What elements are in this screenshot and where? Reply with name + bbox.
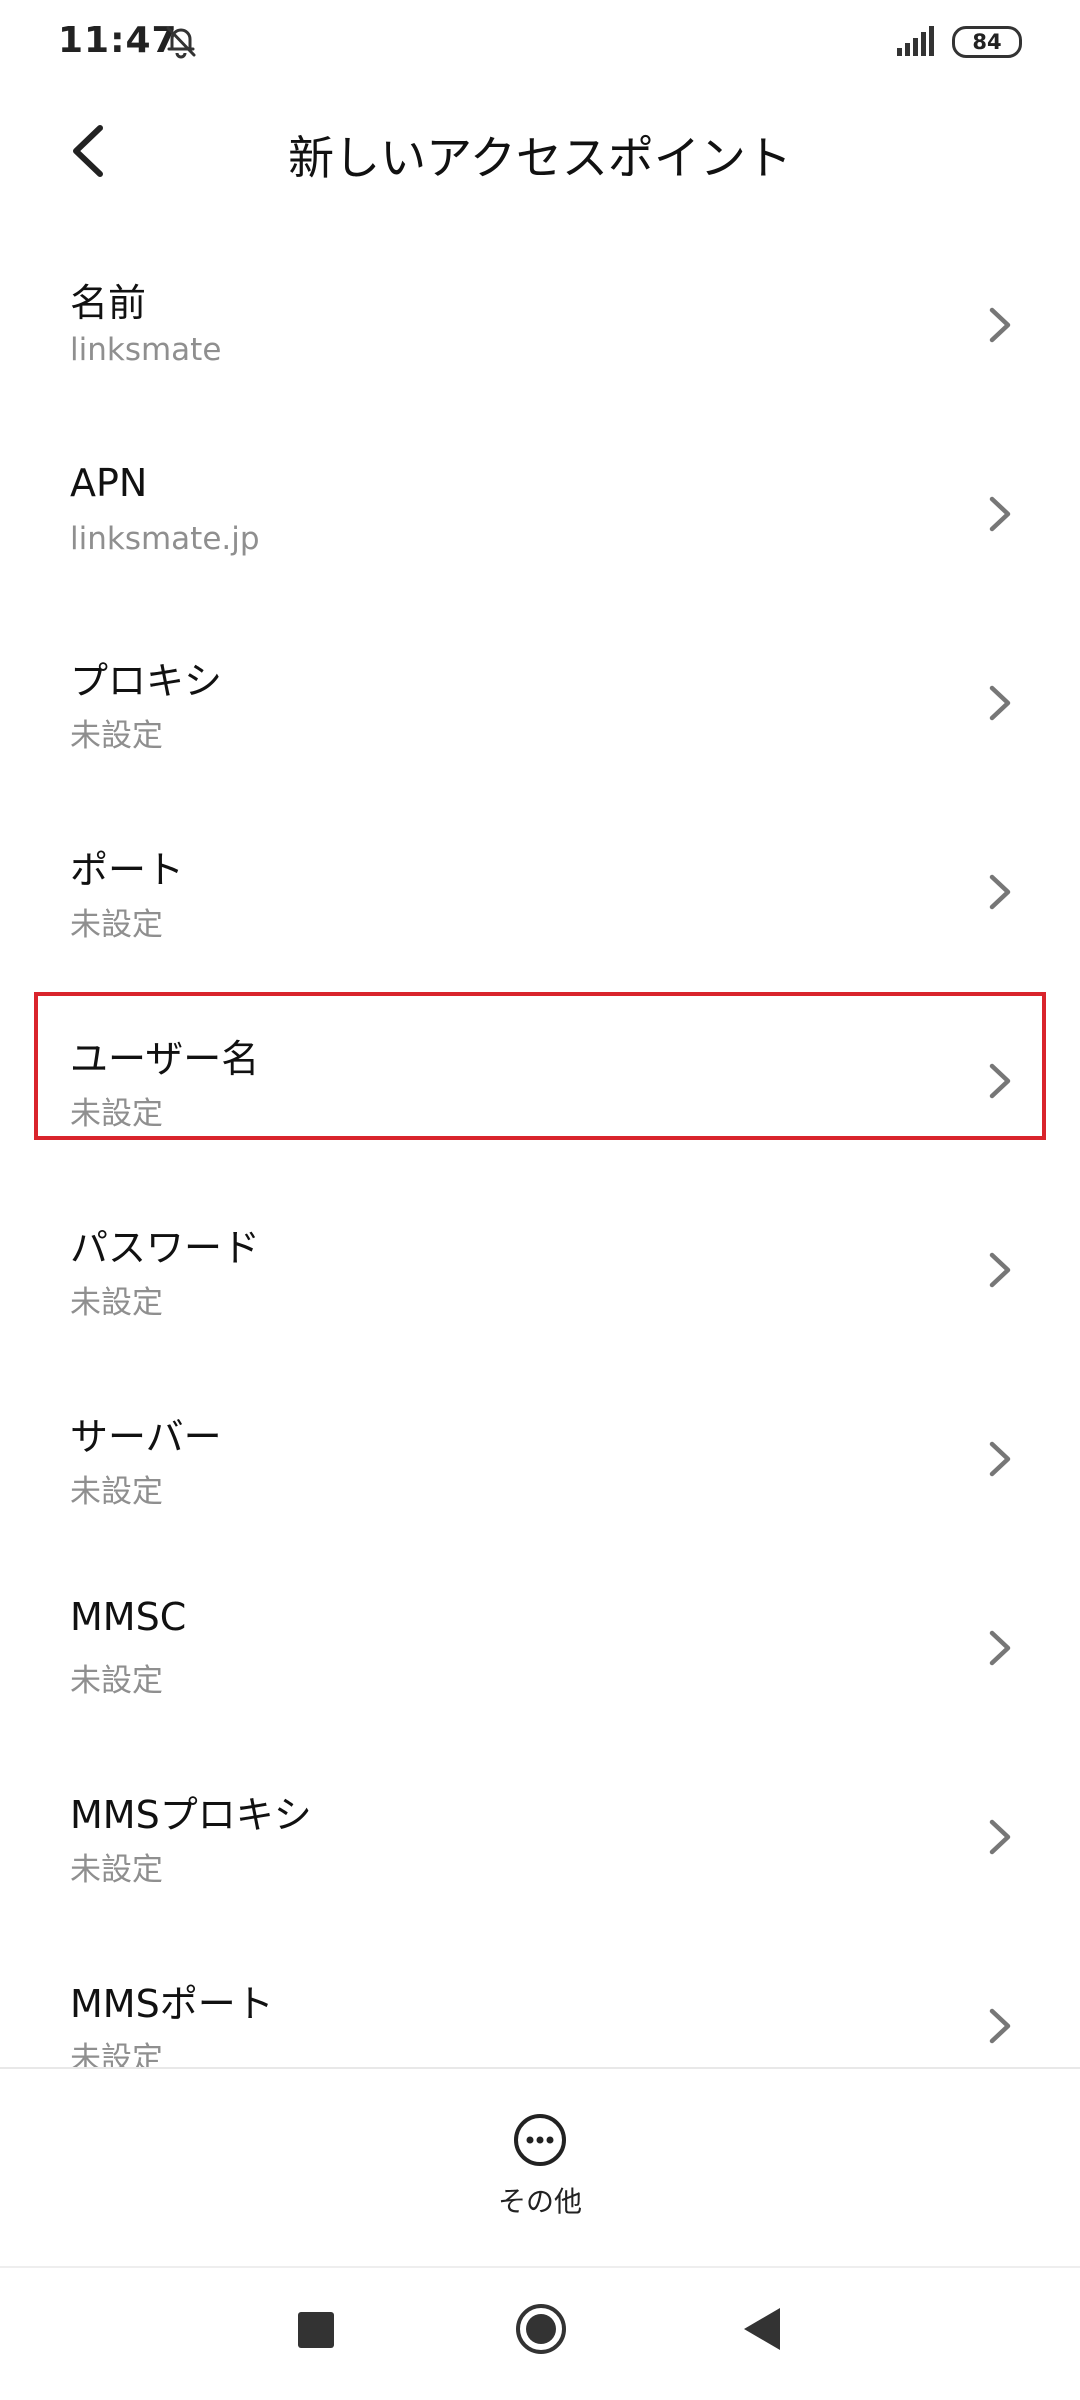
chevron-right-icon (989, 496, 1011, 532)
battery-level: 84 (972, 30, 1002, 54)
setting-label: サーバー (70, 1415, 222, 1459)
chevron-right-icon (989, 685, 1011, 721)
setting-item-mms-port[interactable]: MMSポート 未設定 (0, 1953, 1080, 2067)
chevron-right-icon (989, 874, 1011, 910)
setting-value: 未設定 (70, 1096, 163, 1132)
more-horizontal-icon (514, 2114, 566, 2166)
app-bar: 新しいアクセスポイント (0, 96, 1080, 206)
navigation-bar (0, 2268, 1080, 2400)
setting-label: 名前 (70, 281, 147, 325)
chevron-right-icon (989, 1063, 1011, 1099)
chevron-right-icon (989, 1630, 1011, 1666)
page-title: 新しいアクセスポイント (288, 131, 792, 185)
recents-square-icon[interactable] (298, 2312, 334, 2348)
chevron-right-icon (989, 1819, 1011, 1855)
setting-label: MMSポート (70, 1982, 274, 2026)
setting-item-server[interactable]: サーバー 未設定 (0, 1386, 1080, 1575)
battery-icon: 84 (952, 26, 1022, 58)
setting-label: パスワード (70, 1226, 261, 1270)
setting-label: ユーザー名 (70, 1037, 260, 1081)
setting-item-proxy[interactable]: プロキシ 未設定 (0, 630, 1080, 819)
setting-item-port[interactable]: ポート 未設定 (0, 819, 1080, 1008)
setting-label: プロキシ (70, 659, 223, 703)
setting-item-apn[interactable]: APN linksmate.jp (0, 441, 1080, 630)
back-triangle-icon[interactable] (740, 2306, 782, 2352)
home-circle-icon[interactable] (514, 2302, 568, 2356)
setting-label: MMSプロキシ (70, 1793, 312, 1837)
signal-icon (897, 26, 934, 56)
setting-value: 未設定 (70, 2041, 163, 2067)
chevron-right-icon (989, 1441, 1011, 1477)
chevron-right-icon (989, 1252, 1011, 1288)
status-time: 11:47 (58, 20, 178, 61)
setting-value: 未設定 (70, 1663, 163, 1699)
chevron-right-icon (989, 307, 1011, 343)
setting-label: ポート (70, 848, 185, 892)
setting-value: 未設定 (70, 1852, 163, 1888)
bell-off-icon (166, 26, 196, 59)
setting-value: 未設定 (70, 907, 163, 943)
setting-item-mmsc[interactable]: MMSC 未設定 (0, 1575, 1080, 1764)
setting-value: 未設定 (70, 1285, 163, 1321)
setting-value: 未設定 (70, 1474, 163, 1510)
setting-item-username[interactable]: ユーザー名 未設定 (0, 992, 1080, 1197)
more-label: その他 (497, 2185, 582, 2218)
setting-value: linksmate.jp (70, 521, 260, 557)
chevron-right-icon (989, 2008, 1011, 2044)
setting-item-name[interactable]: 名前 linksmate (0, 252, 1080, 441)
setting-value: linksmate (70, 332, 222, 368)
setting-value: 未設定 (70, 718, 163, 754)
divider (0, 2067, 1080, 2069)
setting-item-mms-proxy[interactable]: MMSプロキシ 未設定 (0, 1764, 1080, 1953)
setting-label: APN (70, 461, 148, 505)
more-button[interactable]: その他 (440, 2112, 640, 2232)
status-bar: 11:47 84 (0, 0, 1080, 84)
setting-label: MMSC (70, 1595, 187, 1639)
screen: 11:47 84 新しいアクセスポイント 名前 linksmate APN li… (0, 0, 1080, 2400)
setting-item-password[interactable]: パスワード 未設定 (0, 1197, 1080, 1386)
apn-settings-list: 名前 linksmate APN linksmate.jp プロキシ 未設定 ポ… (0, 252, 1080, 2067)
